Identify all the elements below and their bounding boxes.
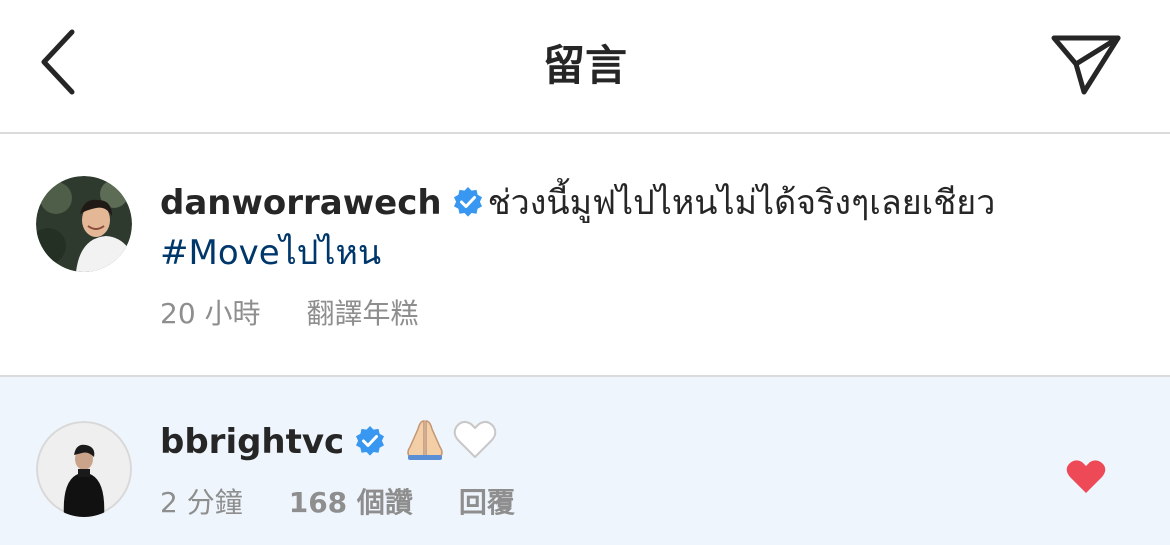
reply-button[interactable]: 回覆: [459, 486, 515, 519]
verified-badge-icon: [356, 426, 385, 456]
comment-line: bbrightvc: [160, 417, 502, 466]
caption-line-1: danworrawech ช่วงนี้มูฟไปไหนไม่ได้จริงๆเ…: [160, 179, 995, 227]
comment-timestamp: 2 分鐘: [160, 486, 243, 519]
white-heart-emoji: [453, 420, 497, 458]
comment-username[interactable]: bbrightvc: [160, 422, 344, 462]
caption-hashtag[interactable]: #Moveไปไหน: [160, 229, 381, 277]
caption-block: danworrawech ช่วงนี้มูฟไปไหนไม่ได้จริงๆเ…: [0, 134, 1170, 375]
avatar[interactable]: [36, 176, 132, 272]
translate-button[interactable]: 翻譯年糕: [307, 297, 419, 330]
folded-hands-emoji: [407, 420, 443, 460]
share-button[interactable]: [1046, 30, 1126, 100]
comment-meta: 2 分鐘 168 個讚 回覆: [160, 483, 561, 523]
likes-count[interactable]: 168 個讚: [289, 486, 413, 519]
comment-row: bbrightvc 2 分鐘 168 個讚 回覆: [0, 377, 1170, 545]
caption-meta: 20 小時 翻譯年糕: [160, 294, 465, 334]
verified-badge-icon: [453, 187, 482, 217]
like-button[interactable]: [1066, 459, 1106, 495]
caption-username[interactable]: danworrawech: [160, 183, 442, 223]
avatar-photo: [36, 421, 132, 517]
page-title: 留言: [542, 41, 627, 90]
caption-text: ช่วงนี้มูฟไปไหนไม่ได้จริงๆเลยเชียว: [487, 183, 996, 223]
avatar-photo: [36, 176, 132, 272]
paper-plane-icon: [1051, 35, 1121, 95]
avatar[interactable]: [36, 421, 132, 517]
caption-timestamp: 20 小時: [160, 297, 261, 330]
header-bar: 留言: [0, 0, 1170, 132]
heart-filled-icon: [1066, 460, 1106, 493]
